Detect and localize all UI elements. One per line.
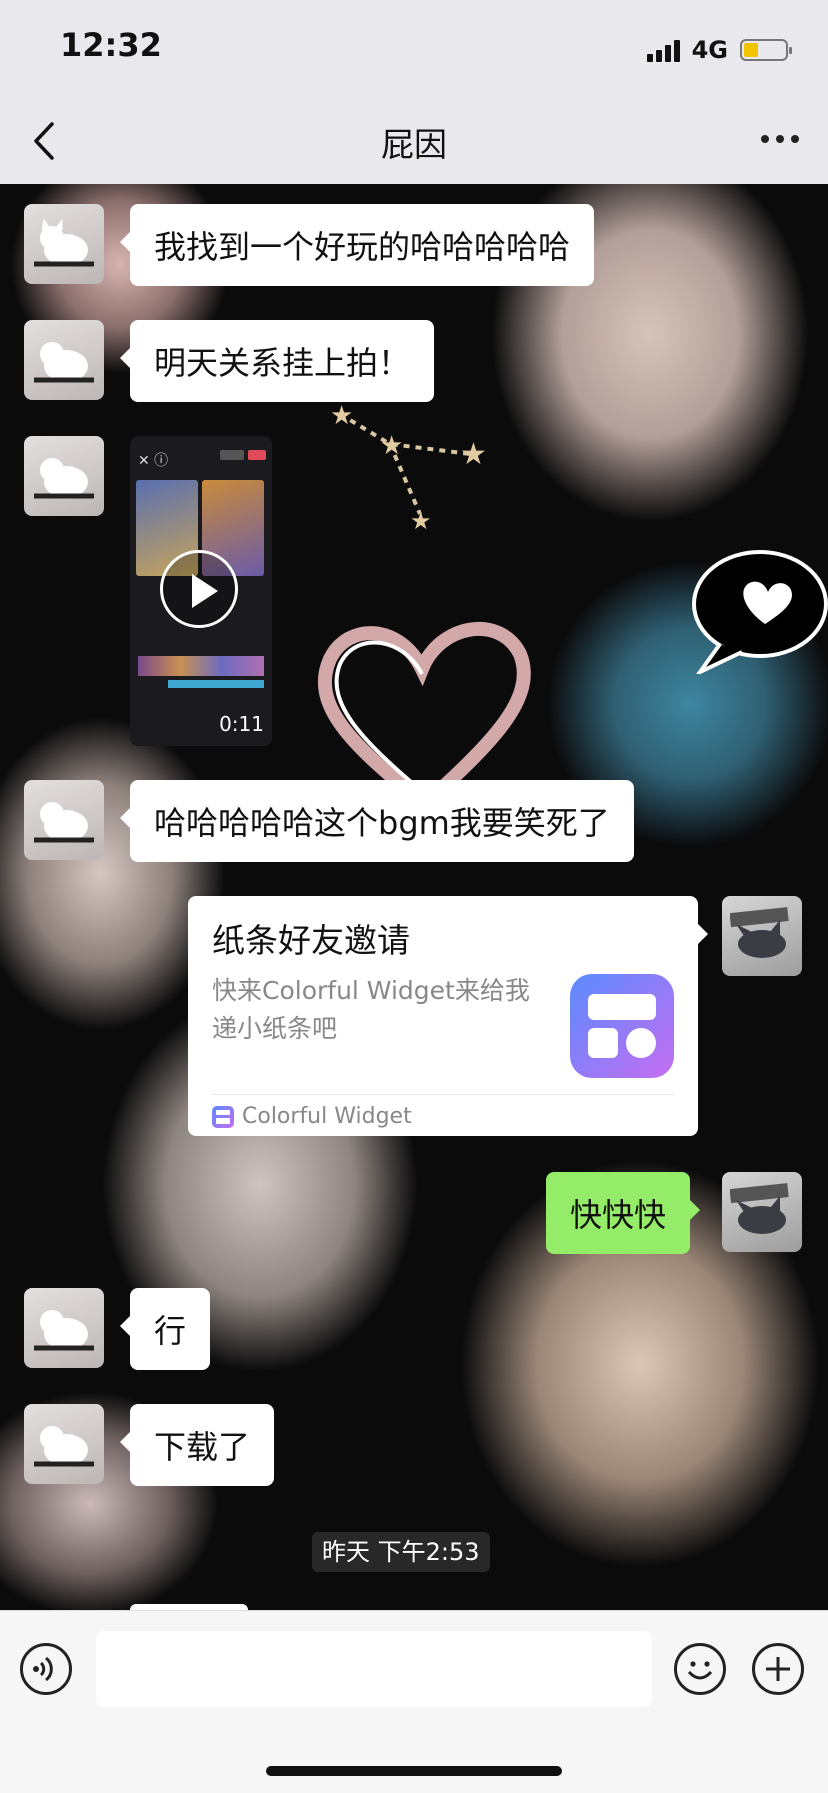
contact-avatar[interactable] <box>24 1288 104 1368</box>
video-tag <box>248 450 266 460</box>
svg-text:★: ★ <box>410 507 432 534</box>
status-icons: 4G <box>646 36 792 64</box>
tom-cat-avatar-icon <box>730 907 789 958</box>
cat-avatar-icon <box>34 342 94 383</box>
more-button[interactable] <box>760 124 800 145</box>
card-source: Colorful Widget <box>212 1104 412 1129</box>
chat-title: 屁因 <box>381 125 447 164</box>
star-doodle: ★ ★ ★ ★ <box>330 401 487 534</box>
contact-avatar[interactable] <box>24 320 104 400</box>
heart-bubble-doodle <box>692 550 828 674</box>
card-divider <box>212 1094 674 1095</box>
my-avatar[interactable] <box>722 896 802 976</box>
message-timestamp: 昨天 下午2:53 <box>312 1532 490 1572</box>
message-bubble[interactable]: 明天关系挂上拍！ <box>119 320 435 402</box>
play-icon[interactable] <box>160 550 238 628</box>
contact-avatar[interactable] <box>24 436 104 516</box>
svg-text:★: ★ <box>380 431 403 461</box>
emoji-button[interactable] <box>674 1643 726 1695</box>
cat-avatar-icon <box>34 218 94 267</box>
video-tag <box>220 450 244 460</box>
chat-area[interactable]: ★ ★ ★ ★ 我找到一个好玩的哈哈哈哈哈 明天关系挂上拍！ ✕ ⓘ 0:11 … <box>0 184 828 1610</box>
battery-level <box>744 43 758 57</box>
svg-text:★: ★ <box>460 437 487 472</box>
colorful-widget-app-icon <box>570 974 674 1078</box>
message-bubble[interactable]: 哈哈哈哈哈这个bgm我要笑死了 <box>120 780 634 862</box>
message-bubble-mine[interactable]: 快快快 <box>546 1172 701 1254</box>
voice-icon <box>33 1656 53 1682</box>
emoji-icon <box>687 1661 713 1680</box>
message-input[interactable] <box>96 1631 652 1707</box>
cat-avatar-icon <box>34 1426 94 1467</box>
svg-text:★: ★ <box>330 401 353 431</box>
voice-button[interactable] <box>20 1643 72 1695</box>
network-type: 4G <box>691 36 728 64</box>
contact-avatar[interactable] <box>24 204 104 284</box>
video-timeline <box>138 656 264 676</box>
video-duration: 0:11 <box>219 712 264 736</box>
video-toolbar-icons: ✕ ⓘ <box>138 453 169 469</box>
card-source-label: Colorful Widget <box>242 1104 412 1129</box>
audio-wave <box>168 680 264 688</box>
contact-avatar[interactable] <box>24 780 104 860</box>
home-indicator[interactable] <box>266 1766 562 1776</box>
battery-icon <box>740 39 792 61</box>
card-title: 纸条好友邀请 <box>212 921 410 960</box>
colorful-widget-mini-icon <box>212 1105 234 1128</box>
cat-avatar-icon <box>34 802 94 843</box>
contact-avatar[interactable] <box>24 1404 104 1484</box>
plus-icon <box>766 1657 790 1681</box>
my-avatar[interactable] <box>722 1172 802 1252</box>
cat-avatar-icon <box>34 458 94 499</box>
video-message[interactable]: ✕ ⓘ 0:11 <box>130 436 272 746</box>
share-card[interactable]: 纸条好友邀请 快来Colorful Widget来给我递小纸条吧 Colorfu… <box>188 896 708 1136</box>
plus-button[interactable] <box>752 1643 804 1695</box>
more-dots-icon <box>761 135 799 143</box>
card-description: 快来Colorful Widget来给我递小纸条吧 <box>212 976 530 1043</box>
message-bubble[interactable]: 行 <box>119 1288 211 1370</box>
message-bubble[interactable]: 下载了 <box>119 1404 275 1486</box>
status-time: 12:32 <box>60 26 162 64</box>
tom-cat-avatar-icon <box>730 1183 789 1234</box>
top-bar: 12:32 4G 屁因 <box>0 0 828 184</box>
message-bubble[interactable]: 我找到一个好玩的哈哈哈哈哈 <box>119 204 595 286</box>
cat-avatar-icon <box>34 1310 94 1351</box>
signal-icon <box>646 38 680 62</box>
